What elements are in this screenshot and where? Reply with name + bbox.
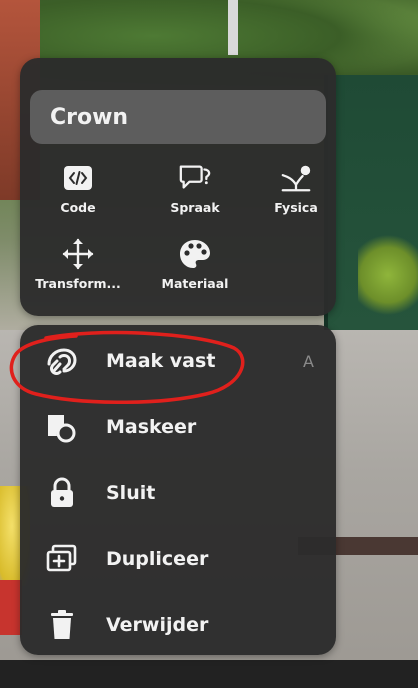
mask-icon bbox=[42, 409, 82, 445]
attach-icon bbox=[42, 343, 82, 379]
tool-grid: Code Spraak Fysica Transform... Materiaa… bbox=[20, 158, 336, 308]
background-pole bbox=[228, 0, 238, 55]
menu-item-mask-label: Maskeer bbox=[106, 416, 197, 438]
menu-item-attach[interactable]: Maak vast A bbox=[20, 333, 336, 389]
menu-item-duplicate[interactable]: Dupliceer bbox=[20, 531, 336, 587]
menu-item-attach-shortcut: A bbox=[303, 351, 314, 371]
tool-transform-button[interactable]: Transform... bbox=[28, 238, 128, 302]
lock-icon bbox=[42, 475, 82, 511]
tool-material-button[interactable]: Materiaal bbox=[145, 238, 245, 302]
code-icon bbox=[61, 162, 95, 194]
tool-speech-label: Spraak bbox=[170, 200, 220, 215]
bottom-bar bbox=[0, 660, 418, 688]
palette-icon bbox=[178, 238, 212, 270]
menu-item-attach-label: Maak vast bbox=[106, 350, 216, 372]
physics-icon bbox=[279, 162, 313, 194]
object-title-label: Crown bbox=[50, 104, 129, 130]
object-panel: Crown Code Spraak Fysica Transform... Ma… bbox=[20, 58, 336, 316]
menu-item-delete[interactable]: Verwijder bbox=[20, 597, 336, 653]
background-red-object bbox=[0, 580, 22, 635]
tool-physics-button[interactable]: Fysica bbox=[246, 162, 346, 226]
duplicate-icon bbox=[42, 541, 82, 577]
tool-material-label: Materiaal bbox=[161, 276, 229, 291]
menu-item-lock[interactable]: Sluit bbox=[20, 465, 336, 521]
menu-item-lock-label: Sluit bbox=[106, 482, 156, 504]
context-menu: Maak vast A Maskeer Sluit Dupliceer Verw… bbox=[20, 325, 336, 655]
menu-item-duplicate-label: Dupliceer bbox=[106, 548, 209, 570]
object-title[interactable]: Crown bbox=[30, 90, 326, 144]
tool-code-label: Code bbox=[60, 200, 96, 215]
trash-icon bbox=[42, 607, 82, 643]
tool-code-button[interactable]: Code bbox=[28, 162, 128, 226]
tool-physics-label: Fysica bbox=[274, 200, 318, 215]
tool-speech-button[interactable]: Spraak bbox=[145, 162, 245, 226]
move-arrows-icon bbox=[61, 238, 95, 270]
background-plant bbox=[358, 235, 418, 315]
menu-item-delete-label: Verwijder bbox=[106, 614, 209, 636]
speech-bubble-icon bbox=[178, 162, 212, 194]
tool-transform-label: Transform... bbox=[35, 276, 121, 291]
menu-item-mask[interactable]: Maskeer bbox=[20, 399, 336, 455]
